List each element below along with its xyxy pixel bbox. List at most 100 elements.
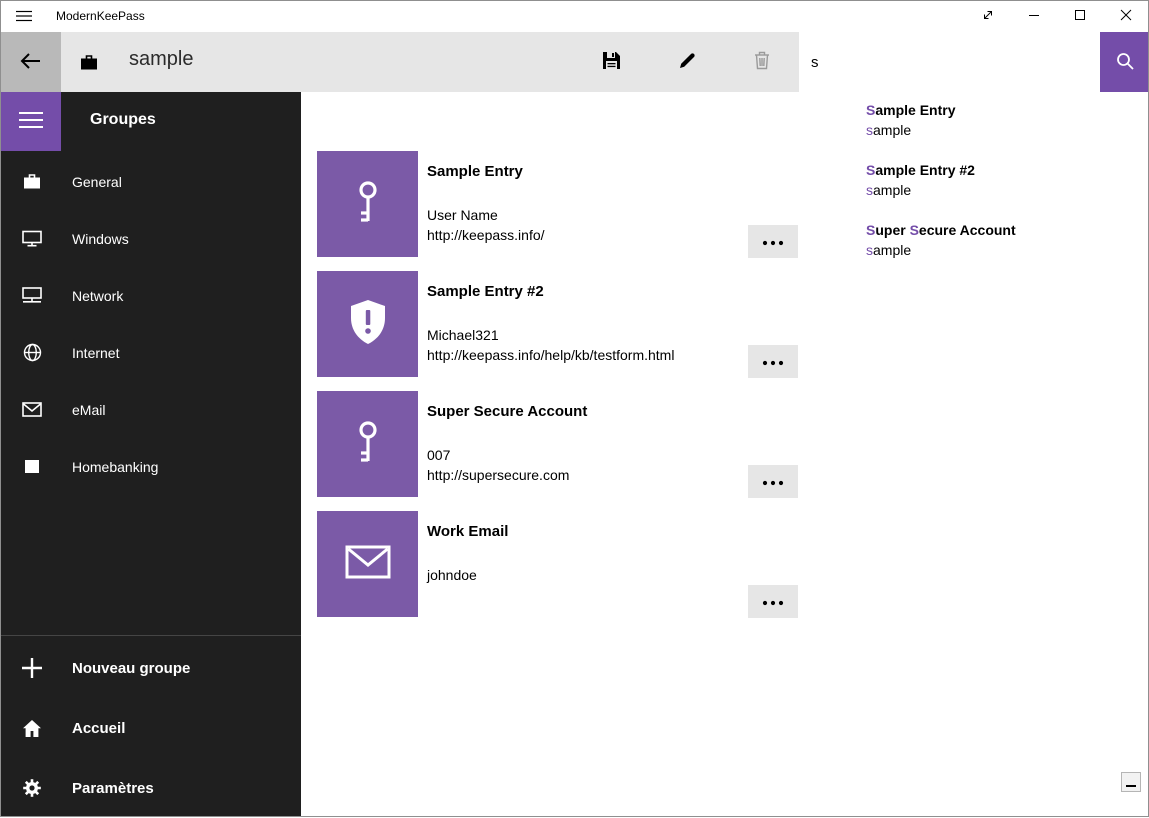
network-icon [22,287,42,304]
more-icon [762,594,784,609]
settings-button[interactable]: Paramètres [0,758,301,818]
footer-item-label: Accueil [72,720,125,737]
entry-url: http://supersecure.com [427,465,587,485]
search-button[interactable] [1100,32,1149,92]
sidebar-item-email[interactable]: eMail [0,381,301,438]
more-options-button[interactable] [748,585,798,618]
entry-title: Sample Entry #2 [427,283,674,300]
sidebar-item-internet[interactable]: Internet [0,324,301,381]
key-icon [351,180,385,229]
database-title: sample [129,48,193,71]
edit-button[interactable] [649,32,724,92]
close-icon [1120,9,1132,24]
entry-info: Super Secure Account 007 http://supersec… [427,391,587,497]
footer-item-label: Paramètres [72,780,154,797]
sidebar-item-network[interactable]: Network [0,267,301,324]
semantic-zoom-out-button[interactable] [1121,772,1141,792]
titlebar: ModernKeePass [0,0,1149,32]
search-result-item[interactable]: Sample Entry sample [866,100,1149,140]
maximize-icon [1074,9,1086,24]
hamburger-icon [19,111,43,132]
entry-tile [317,271,418,377]
entry-title: Sample Entry [427,163,545,180]
mail-icon [345,545,391,584]
search-result-item[interactable]: Sample Entry #2 sample [866,160,1149,200]
entry-info: Sample Entry User Name http://keepass.in… [427,151,545,257]
shield-exclamation-icon [349,299,387,350]
sidebar-item-label: Network [72,288,123,304]
mail-icon [22,402,42,417]
trash-icon [754,51,770,73]
more-options-button[interactable] [748,465,798,498]
search-result-title: Sample Entry #2 [866,160,1149,180]
home-icon [20,719,44,738]
sidebar-item-label: General [72,174,122,190]
sidebar-item-homebanking[interactable]: Homebanking [0,438,301,495]
sidebar-item-general[interactable]: General [0,153,301,210]
delete-button[interactable] [724,32,799,92]
entry-tile [317,151,418,257]
maximize-button[interactable] [1057,0,1103,32]
back-arrow-icon [20,52,42,73]
more-icon [762,234,784,249]
more-options-button[interactable] [748,345,798,378]
search-result-subtitle: sample [866,240,1149,260]
entry-info: Work Email johndoe [427,511,508,617]
entry-tile [317,511,418,617]
entry-url: http://keepass.info/help/kb/testform.htm… [427,345,674,365]
monitor-icon [22,230,42,247]
entry-title: Super Secure Account [427,403,587,420]
entry-username: johndoe [427,565,508,585]
window-controls [965,0,1149,32]
search-result-item[interactable]: Super Secure Account sample [866,220,1149,260]
group-list: General Windows Network Internet eMail [0,153,301,495]
entry-row[interactable]: Super Secure Account 007 http://supersec… [317,391,1149,497]
minimize-button[interactable] [1011,0,1057,32]
key-icon [351,420,385,469]
sidebar-item-label: eMail [72,402,105,418]
search-result-subtitle: sample [866,120,1149,140]
search-result-title: Sample Entry [866,100,1149,120]
sidebar-hamburger-button[interactable] [0,92,61,151]
sidebar-footer: Nouveau groupe Accueil Paramètres [0,638,301,818]
entry-row[interactable]: Work Email johndoe [317,511,1149,617]
entry-username: User Name [427,205,545,225]
save-icon [602,51,621,73]
titlebar-hamburger-icon[interactable] [0,0,48,32]
fullscreen-icon [981,8,995,25]
entry-tile [317,391,418,497]
minimize-icon [1028,9,1040,24]
sidebar-item-windows[interactable]: Windows [0,210,301,267]
sidebar-item-label: Homebanking [72,459,158,475]
search-result-title: Super Secure Account [866,220,1149,240]
more-options-button[interactable] [748,225,798,258]
footer-item-label: Nouveau groupe [72,660,190,677]
groups-heading: Groupes [90,111,156,129]
search-results-dropdown: Sample Entry sample Sample Entry #2 samp… [799,92,1149,292]
new-group-button[interactable]: Nouveau groupe [0,638,301,698]
sidebar-divider [0,635,301,636]
entry-username: Michael321 [427,325,674,345]
plus-icon [20,658,44,678]
edit-pencil-icon [678,52,696,73]
database-briefcase-icon [80,54,98,76]
sidebar-item-label: Windows [72,231,129,247]
close-button[interactable] [1103,0,1149,32]
search-result-subtitle: sample [866,180,1149,200]
search-icon [1115,51,1135,74]
gear-icon [20,778,44,798]
home-button[interactable]: Accueil [0,698,301,758]
entry-title: Work Email [427,523,508,540]
fullscreen-button[interactable] [965,0,1011,32]
save-button[interactable] [574,32,649,92]
entry-username: 007 [427,445,587,465]
more-icon [762,354,784,369]
sidebar: Groupes General Windows Network Internet [0,92,301,817]
square-icon [22,460,42,473]
search-input[interactable] [799,32,1100,92]
app-title: ModernKeePass [56,9,145,23]
entry-url: http://keepass.info/ [427,225,545,245]
entry-info: Sample Entry #2 Michael321 http://keepas… [427,271,674,377]
minus-icon [1126,775,1136,790]
back-button[interactable] [0,32,61,92]
